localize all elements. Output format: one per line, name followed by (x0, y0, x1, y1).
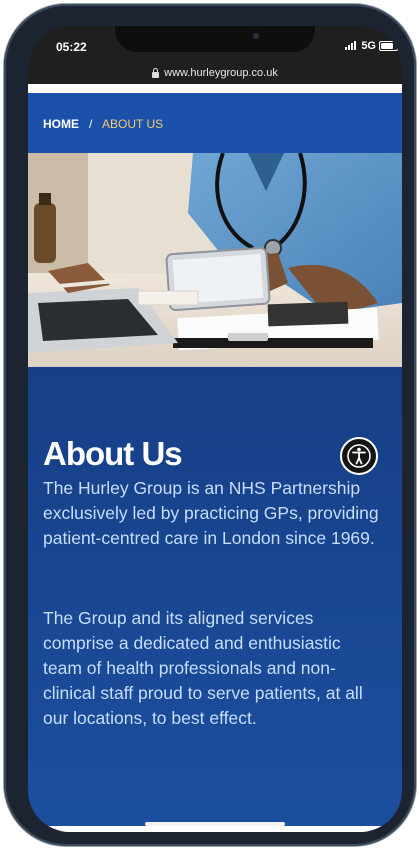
accessibility-button[interactable] (340, 437, 378, 475)
battery-icon (379, 41, 398, 51)
bottom-strip (28, 826, 402, 832)
about-section: About Us The Hurley Group is an NHS Part… (28, 367, 402, 832)
about-paragraph-2: The Group and its aligned services compr… (43, 608, 363, 728)
breadcrumb-home-link[interactable]: HOME (43, 117, 79, 131)
notch (115, 26, 315, 52)
accessibility-icon (347, 444, 371, 468)
front-camera (251, 31, 261, 41)
header-strip (28, 84, 402, 93)
phone-frame: 05:22 5G www.hurleygroup.co.uk HOME / AB… (4, 4, 416, 846)
about-paragraph-1: The Hurley Group is an NHS Partnership e… (43, 478, 379, 548)
lock-icon (152, 68, 160, 78)
status-bar: 05:22 5G (28, 26, 402, 64)
url-text: www.hurleygroup.co.uk (164, 67, 278, 79)
page-title: About Us (43, 435, 183, 473)
network-type: 5G (361, 40, 376, 52)
hero-image (28, 153, 402, 367)
signal-icon (345, 41, 356, 50)
address-bar[interactable]: www.hurleygroup.co.uk (28, 62, 402, 84)
phone-screen: 05:22 5G www.hurleygroup.co.uk HOME / AB… (28, 26, 402, 832)
breadcrumb-current: ABOUT US (102, 117, 164, 131)
status-time: 05:22 (56, 40, 87, 54)
breadcrumb-separator: / (89, 117, 93, 131)
breadcrumb: HOME / ABOUT US (28, 93, 402, 153)
home-indicator[interactable] (145, 822, 285, 826)
hero-illustration (28, 153, 402, 367)
